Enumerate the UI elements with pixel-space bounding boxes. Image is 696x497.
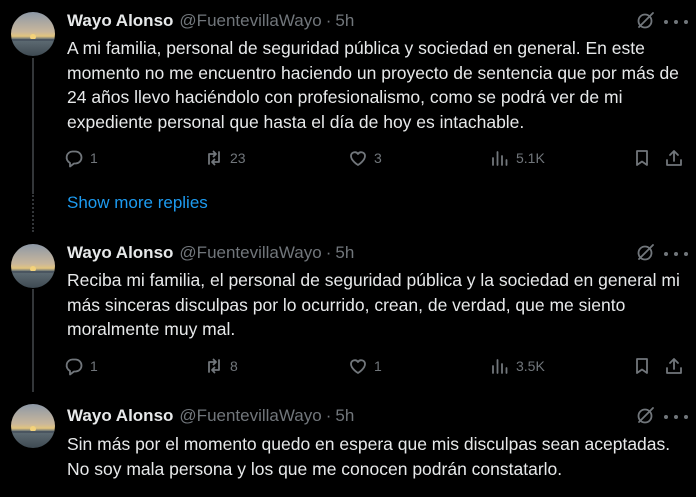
tweet-header: Wayo Alonso @FuentevillaWayo · 5h	[67, 241, 354, 265]
tweet[interactable]: Wayo Alonso @FuentevillaWayo · 5h Reciba…	[0, 232, 696, 392]
views-icon	[492, 151, 508, 166]
reply-thread: Wayo Alonso @FuentevillaWayo · 5h A mi f…	[0, 0, 696, 497]
share-button[interactable]	[664, 354, 684, 378]
heart-icon	[350, 151, 366, 166]
reply-button[interactable]: 1	[64, 354, 98, 378]
repost-button[interactable]: 8	[204, 354, 238, 378]
bookmark-icon	[636, 150, 648, 166]
grok-icon[interactable]	[636, 405, 656, 425]
tweet-text: A mi familia, personal de seguridad públ…	[67, 38, 679, 132]
user-handle[interactable]: @FuentevillaWayo	[179, 406, 321, 426]
heart-icon	[350, 359, 366, 374]
show-more-replies-link[interactable]: Show more replies	[67, 193, 208, 213]
separator: ·	[325, 406, 332, 425]
separator: ·	[325, 243, 332, 262]
like-button[interactable]: 1	[348, 354, 382, 378]
repost-count: 8	[230, 358, 238, 374]
views-count: 3.5K	[516, 358, 545, 374]
avatar[interactable]	[11, 12, 55, 56]
tweet-header: Wayo Alonso @FuentevillaWayo · 5h	[67, 9, 354, 33]
user-handle[interactable]: @FuentevillaWayo	[179, 243, 321, 263]
reply-button[interactable]: 1	[64, 146, 98, 170]
views-button[interactable]: 5.1K	[490, 146, 545, 170]
tweet[interactable]: Wayo Alonso @FuentevillaWayo · 5h A mi f…	[0, 0, 696, 185]
like-count: 3	[374, 150, 382, 166]
tweet-text: Reciba mi familia, el personal de seguri…	[67, 270, 680, 339]
reply-icon	[65, 358, 83, 376]
tweet-actions: 1 8 1 3.5K	[64, 354, 689, 378]
reply-count: 1	[90, 150, 98, 166]
repost-button[interactable]: 23	[204, 146, 246, 170]
separator: ·	[325, 11, 332, 30]
grok-icon[interactable]	[636, 242, 656, 262]
avatar[interactable]	[11, 244, 55, 288]
repost-count: 23	[230, 150, 246, 166]
views-icon	[492, 359, 508, 374]
display-name[interactable]: Wayo Alonso	[67, 11, 173, 31]
tweet-text: Sin más por el momento quedo en espera q…	[67, 434, 671, 479]
tweet[interactable]: Wayo Alonso @FuentevillaWayo · 5h Sin má…	[0, 392, 696, 497]
bookmark-button[interactable]	[632, 146, 652, 170]
reply-count: 1	[90, 358, 98, 374]
tweet-header: Wayo Alonso @FuentevillaWayo · 5h	[67, 404, 354, 428]
views-button[interactable]: 3.5K	[490, 354, 545, 378]
share-icon	[666, 150, 682, 166]
grok-icon[interactable]	[636, 10, 656, 30]
share-icon	[666, 358, 682, 374]
timestamp[interactable]: 5h	[335, 11, 354, 31]
more-icon[interactable]	[664, 12, 688, 32]
like-button[interactable]: 3	[348, 146, 382, 170]
repost-icon	[208, 150, 220, 166]
display-name[interactable]: Wayo Alonso	[67, 406, 173, 426]
reply-icon	[65, 150, 83, 168]
tweet-actions: 1 23 3 5.1K	[64, 146, 689, 170]
repost-icon	[208, 358, 220, 374]
user-handle[interactable]: @FuentevillaWayo	[179, 11, 321, 31]
views-count: 5.1K	[516, 150, 545, 166]
more-icon[interactable]	[664, 407, 688, 427]
more-icon[interactable]	[664, 244, 688, 264]
thread-dots	[32, 192, 34, 232]
bookmark-icon	[636, 358, 648, 374]
timestamp[interactable]: 5h	[335, 243, 354, 263]
like-count: 1	[374, 358, 382, 374]
timestamp[interactable]: 5h	[335, 406, 354, 426]
avatar[interactable]	[11, 404, 55, 448]
share-button[interactable]	[664, 146, 684, 170]
bookmark-button[interactable]	[632, 354, 652, 378]
display-name[interactable]: Wayo Alonso	[67, 243, 173, 263]
